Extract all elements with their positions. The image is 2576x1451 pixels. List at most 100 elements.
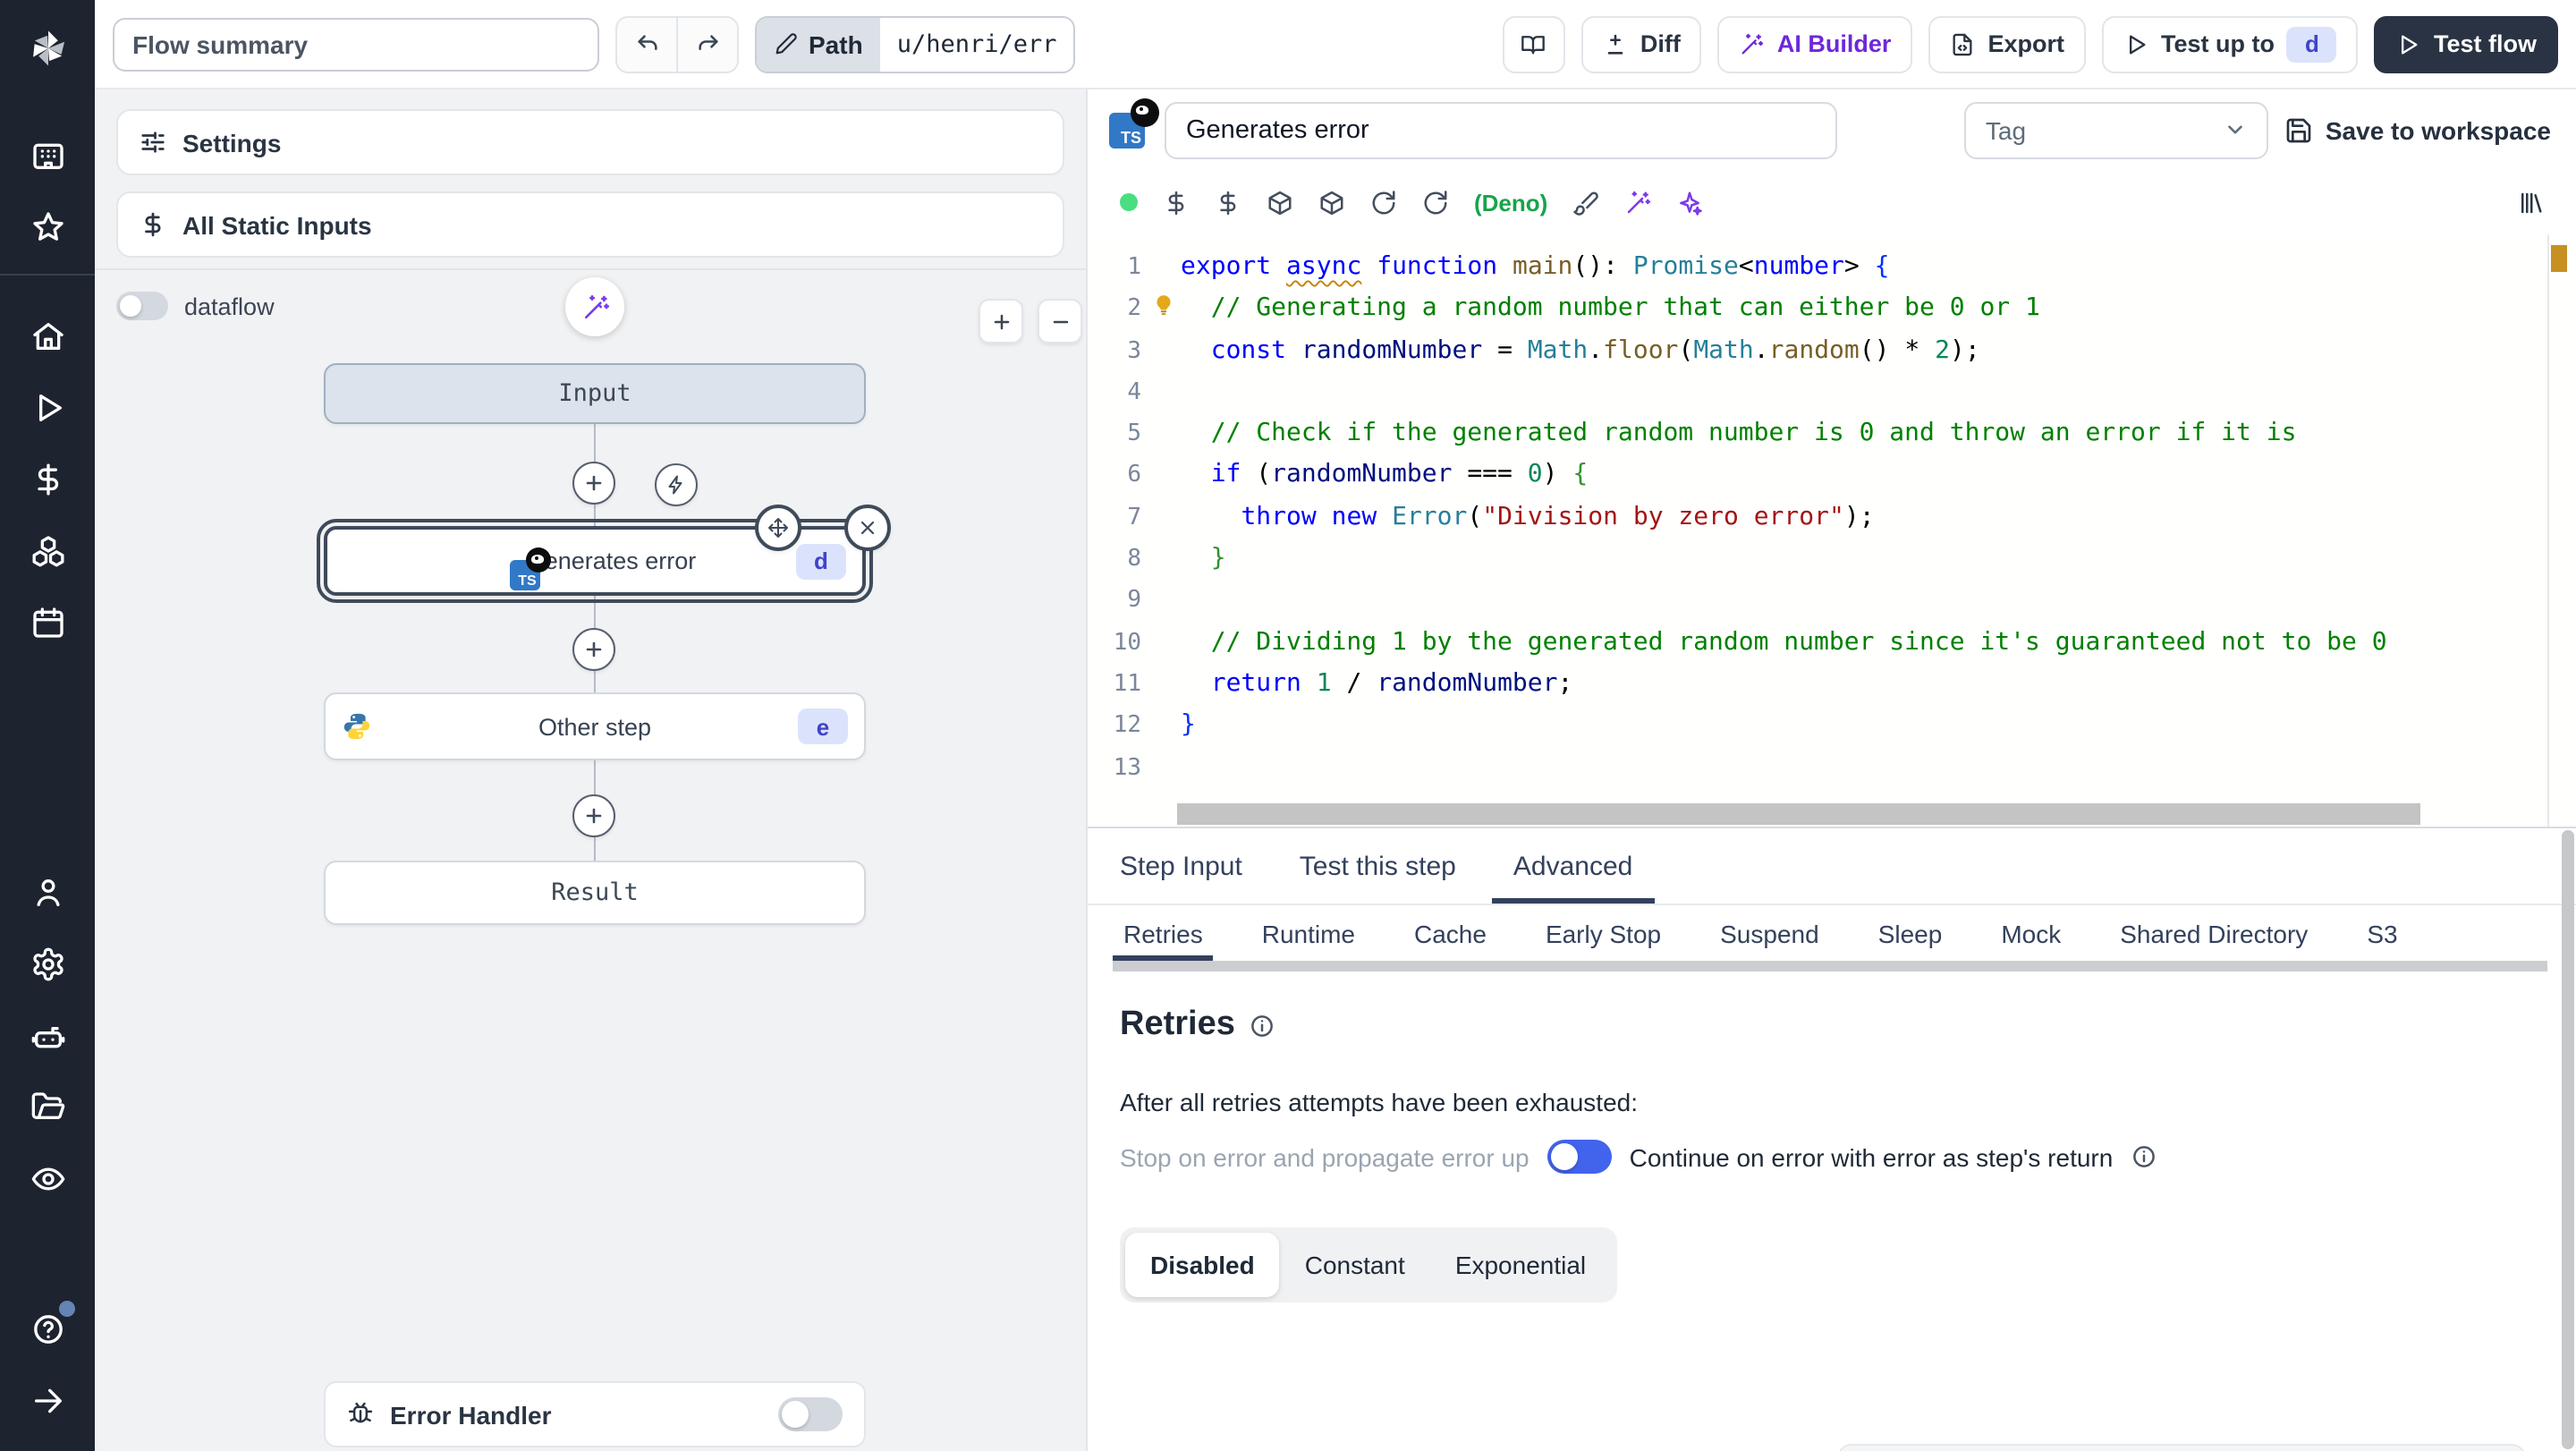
add-trigger-zap-button[interactable] <box>655 463 698 506</box>
move-step-button[interactable] <box>755 505 801 551</box>
tab-advanced[interactable]: Advanced <box>1491 828 1654 904</box>
code-horizontal-scrollbar[interactable] <box>1177 803 2420 825</box>
subtabs-scrollbar[interactable] <box>1088 961 2576 973</box>
flow-settings-button[interactable]: Settings <box>116 109 1064 175</box>
schedules-icon[interactable] <box>12 587 83 658</box>
panel-vertical-scrollbar[interactable] <box>2562 830 2574 1449</box>
code-line[interactable]: } <box>1088 539 2535 581</box>
tab-test-this-step[interactable]: Test this step <box>1300 828 1456 904</box>
lightbulb-icon[interactable] <box>1152 293 1175 317</box>
ai-wand-icon[interactable] <box>1624 189 1651 216</box>
subtab-suspend[interactable]: Suspend <box>1720 905 1819 961</box>
format-brush-icon[interactable] <box>1572 189 1599 216</box>
zoom-out-button[interactable] <box>1038 299 1082 344</box>
subtab-s3[interactable]: S3 <box>2367 905 2397 961</box>
code-line[interactable]: // Check if the generated random number … <box>1088 413 2535 455</box>
add-step-button[interactable] <box>572 794 615 837</box>
step-name-input[interactable] <box>1165 101 1837 158</box>
package-icon[interactable] <box>1267 189 1293 216</box>
subtab-runtime[interactable]: Runtime <box>1262 905 1355 961</box>
add-step-button[interactable] <box>572 462 615 505</box>
code-line[interactable]: return 1 / randomNumber; <box>1088 664 2535 706</box>
runs-icon[interactable] <box>12 372 83 444</box>
undo-button[interactable] <box>617 17 676 71</box>
subtab-retries[interactable]: Retries <box>1112 905 1215 961</box>
save-to-workspace-button[interactable]: Save to workspace <box>2284 115 2551 144</box>
stop-on-error-option[interactable]: Stop on error and propagate error up <box>1120 1142 1530 1171</box>
result-node[interactable]: Result <box>324 861 866 925</box>
code-line[interactable]: throw new Error("Division by zero error"… <box>1088 497 2535 539</box>
info-icon[interactable] <box>1250 1012 1276 1039</box>
code-line[interactable] <box>1088 747 2535 789</box>
ai-builder-button[interactable]: AI Builder <box>1717 15 1913 72</box>
folders-icon[interactable] <box>12 1072 83 1143</box>
code-line[interactable]: if (randomNumber === 0) { <box>1088 455 2535 497</box>
flow-summary-input[interactable] <box>113 17 599 71</box>
retry-mode-exponential[interactable]: Exponential <box>1430 1233 1611 1297</box>
diff-button[interactable]: Diff <box>1580 15 1702 72</box>
collapse-sidebar-arrow-icon[interactable] <box>12 1365 83 1437</box>
docs-button[interactable] <box>1502 15 1565 72</box>
continue-on-error-option[interactable]: Continue on error with error as step's r… <box>1630 1142 2114 1171</box>
test-up-to-button[interactable]: Test up to d <box>2101 15 2359 72</box>
variables-icon[interactable] <box>12 444 83 515</box>
code-line[interactable]: } <box>1088 706 2535 748</box>
home-icon[interactable] <box>12 301 83 372</box>
library-icon[interactable] <box>2517 189 2544 216</box>
variables-dollar-icon[interactable] <box>1163 189 1190 216</box>
all-static-inputs-button[interactable]: All Static Inputs <box>116 191 1064 258</box>
error-behavior-toggle[interactable] <box>1546 1140 1612 1174</box>
tag-select[interactable]: Tag <box>1963 101 2268 158</box>
settings-gear-icon[interactable] <box>12 929 83 1000</box>
workers-bot-icon[interactable] <box>12 1000 83 1072</box>
input-node[interactable]: Input <box>324 363 866 424</box>
test-flow-button[interactable]: Test flow <box>2374 15 2558 72</box>
code-line[interactable]: // Generating a random number that can e… <box>1088 289 2535 331</box>
code-line[interactable]: export async function main(): Promise<nu… <box>1088 247 2535 289</box>
windmill-logo-icon[interactable] <box>0 0 95 95</box>
subtab-cache[interactable]: Cache <box>1414 905 1487 961</box>
subtab-shared-directory[interactable]: Shared Directory <box>2120 905 2308 961</box>
flow-graph-canvas[interactable]: dataflow Input TS Generates error d Othe… <box>95 270 1086 1451</box>
add-step-button[interactable] <box>572 628 615 671</box>
flow-path-chip[interactable]: Path u/henri/err <box>755 15 1075 72</box>
audit-eye-icon[interactable] <box>12 1143 83 1215</box>
reload-icon[interactable] <box>1422 189 1449 216</box>
code-line[interactable] <box>1088 581 2535 623</box>
workspace-icon[interactable] <box>12 120 83 191</box>
export-button[interactable]: Export <box>1928 15 2086 72</box>
retry-mode-disabled[interactable]: Disabled <box>1125 1233 1280 1297</box>
ai-flow-wand-button[interactable] <box>565 277 624 336</box>
user-icon[interactable] <box>12 857 83 929</box>
code-line[interactable] <box>1088 372 2535 414</box>
retry-mode-constant[interactable]: Constant <box>1280 1233 1430 1297</box>
sparkles-icon[interactable] <box>1676 189 1703 216</box>
error-handler-toggle[interactable] <box>778 1397 843 1431</box>
resources-icon[interactable] <box>12 515 83 587</box>
zoom-in-button[interactable] <box>979 299 1023 344</box>
retry-attempts-card: Retry attempts No retries <box>1837 1444 2526 1451</box>
code-line[interactable]: const randomNumber = Math.floor(Math.ran… <box>1088 330 2535 372</box>
subtab-early-stop[interactable]: Early Stop <box>1546 905 1661 961</box>
step-node-other-step[interactable]: Other step e <box>324 692 866 760</box>
code-line[interactable]: // Dividing 1 by the generated random nu… <box>1088 622 2535 664</box>
contextual-dollar-icon[interactable] <box>1215 189 1241 216</box>
delete-step-button[interactable] <box>844 505 891 551</box>
favorites-star-icon[interactable] <box>12 191 83 263</box>
input-node-label: Input <box>558 379 631 408</box>
subtab-mock[interactable]: Mock <box>2001 905 2061 961</box>
error-handler-card[interactable]: Error Handler <box>324 1381 866 1447</box>
tab-step-input[interactable]: Step Input <box>1120 828 1242 904</box>
path-value[interactable]: u/henri/err <box>880 17 1073 71</box>
package-icon[interactable] <box>1318 189 1345 216</box>
step-id-badge: e <box>798 709 848 744</box>
code-content[interactable]: export async function main(): Promise<nu… <box>1088 247 2535 789</box>
help-icon[interactable] <box>12 1294 83 1365</box>
code-editor[interactable]: 1 2 3 4 5 6 7 8 9 10 11 12 13 export async function … <box>1088 234 2576 827</box>
redo-button[interactable] <box>676 17 737 71</box>
subtab-sleep[interactable]: Sleep <box>1878 905 1943 961</box>
dataflow-toggle[interactable] <box>116 292 168 320</box>
info-icon[interactable] <box>2131 1143 2157 1170</box>
runtime-label[interactable]: (Deno) <box>1474 189 1547 216</box>
reload-icon[interactable] <box>1370 189 1397 216</box>
